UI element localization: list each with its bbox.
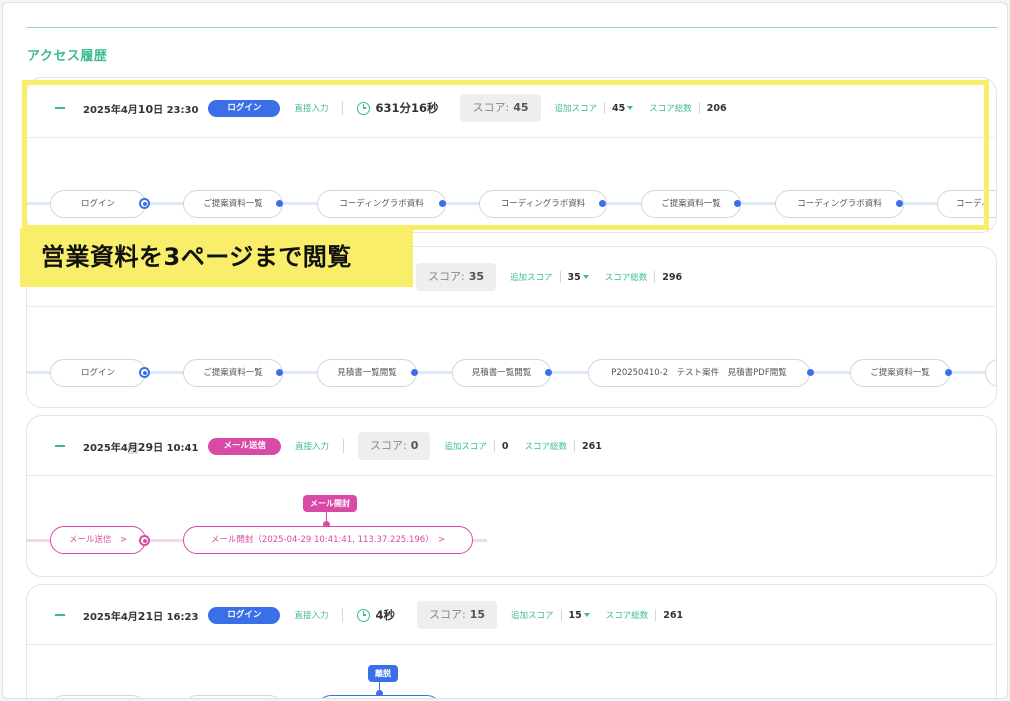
- caret-down-icon: [582, 275, 589, 279]
- total-score-value: 296: [662, 271, 683, 283]
- mail-open-node[interactable]: メール開封（2025-04-29 10:41:41, 113.37.225.19…: [183, 526, 473, 554]
- timeline-node[interactable]: [183, 695, 283, 698]
- mail-sent-node[interactable]: メール送信 >: [50, 526, 146, 554]
- history-card: 2025年4月21日 16:23 ログイン 直接入力 4秒 スコア: 15 追加ス…: [26, 584, 997, 698]
- divider: [559, 271, 561, 283]
- timeline-node[interactable]: [317, 695, 441, 698]
- mail-open-tag: メール開封: [303, 495, 357, 512]
- total-score-value: 261: [582, 440, 602, 452]
- session-date: 2025年4月29日 10:41: [83, 440, 199, 454]
- divider: [560, 609, 562, 621]
- score-box: スコア: 0: [357, 432, 431, 460]
- total-score-value: 261: [663, 609, 684, 621]
- caret-down-icon: [583, 613, 590, 617]
- divider: [342, 608, 344, 622]
- duration: 4秒: [357, 607, 395, 623]
- divider: [342, 439, 344, 453]
- collapse-icon[interactable]: [55, 445, 65, 447]
- history-card: 2025年4月29日 10:41 メール送信 直接入力 スコア: 0 追加スコア …: [26, 415, 997, 577]
- timeline-node[interactable]: ログイン: [50, 359, 146, 387]
- add-score-value: 35: [568, 272, 589, 283]
- divider: [655, 609, 657, 621]
- divider: [493, 440, 495, 452]
- collapse-icon[interactable]: [55, 614, 65, 616]
- add-score-label: 追加スコア: [510, 273, 553, 283]
- mail-sent-badge: メール送信: [208, 437, 281, 455]
- score-box: スコア: 35: [416, 263, 497, 291]
- session-date: 2025年4月21日 16:23: [83, 609, 199, 623]
- timeline-dot: [807, 369, 814, 376]
- timeline-dot: [411, 369, 418, 376]
- total-score-label: スコア総数: [604, 273, 648, 283]
- exit-tag: 離脱: [368, 665, 398, 682]
- timeline-node[interactable]: ご提案資料一覧: [850, 359, 950, 387]
- annotation-caption: 営業資料を3ページまで閲覧: [20, 228, 413, 287]
- add-score-value: 0: [501, 440, 509, 452]
- timeline-node[interactable]: [50, 695, 146, 698]
- clock-icon: [357, 608, 371, 622]
- card-header: 2025年4月21日 16:23 ログイン 直接入力 4秒 スコア: 15 追加ス…: [27, 585, 996, 645]
- divider: [574, 440, 575, 452]
- timeline-node[interactable]: 見積書一覧閲覧: [317, 359, 417, 387]
- total-score-label: スコア総数: [605, 611, 649, 621]
- add-score-label: 追加スコア: [511, 611, 554, 621]
- total-score-label: スコア総数: [524, 442, 567, 452]
- login-badge: ログイン: [208, 606, 281, 624]
- timeline-dot: [545, 369, 552, 376]
- add-score-label: 追加スコア: [444, 442, 487, 452]
- timeline-dot: [139, 367, 150, 378]
- timeline-dot: [945, 369, 952, 376]
- divider: [654, 271, 656, 283]
- section-title: アクセス履歴: [27, 49, 108, 64]
- timeline-node[interactable]: ご提案資料一覧: [183, 359, 283, 387]
- score-box: スコア: 15: [416, 601, 497, 629]
- top-divider: [26, 27, 998, 28]
- add-score-value: 15: [569, 610, 590, 621]
- timeline-node[interactable]: 見積書一覧閲覧: [452, 359, 551, 387]
- timeline-dot: [276, 369, 283, 376]
- highlight-box: [22, 80, 989, 230]
- source-label: 直接入力: [294, 611, 329, 621]
- timeline-node[interactable]: [985, 359, 996, 387]
- timeline-node[interactable]: P20250410-2 テスト案件 見積書PDF閲覧: [588, 359, 810, 387]
- card-header: 2025年4月29日 10:41 メール送信 直接入力 スコア: 0 追加スコア …: [27, 416, 996, 476]
- source-label: 直接入力: [294, 442, 329, 452]
- timeline-dot: [139, 535, 150, 546]
